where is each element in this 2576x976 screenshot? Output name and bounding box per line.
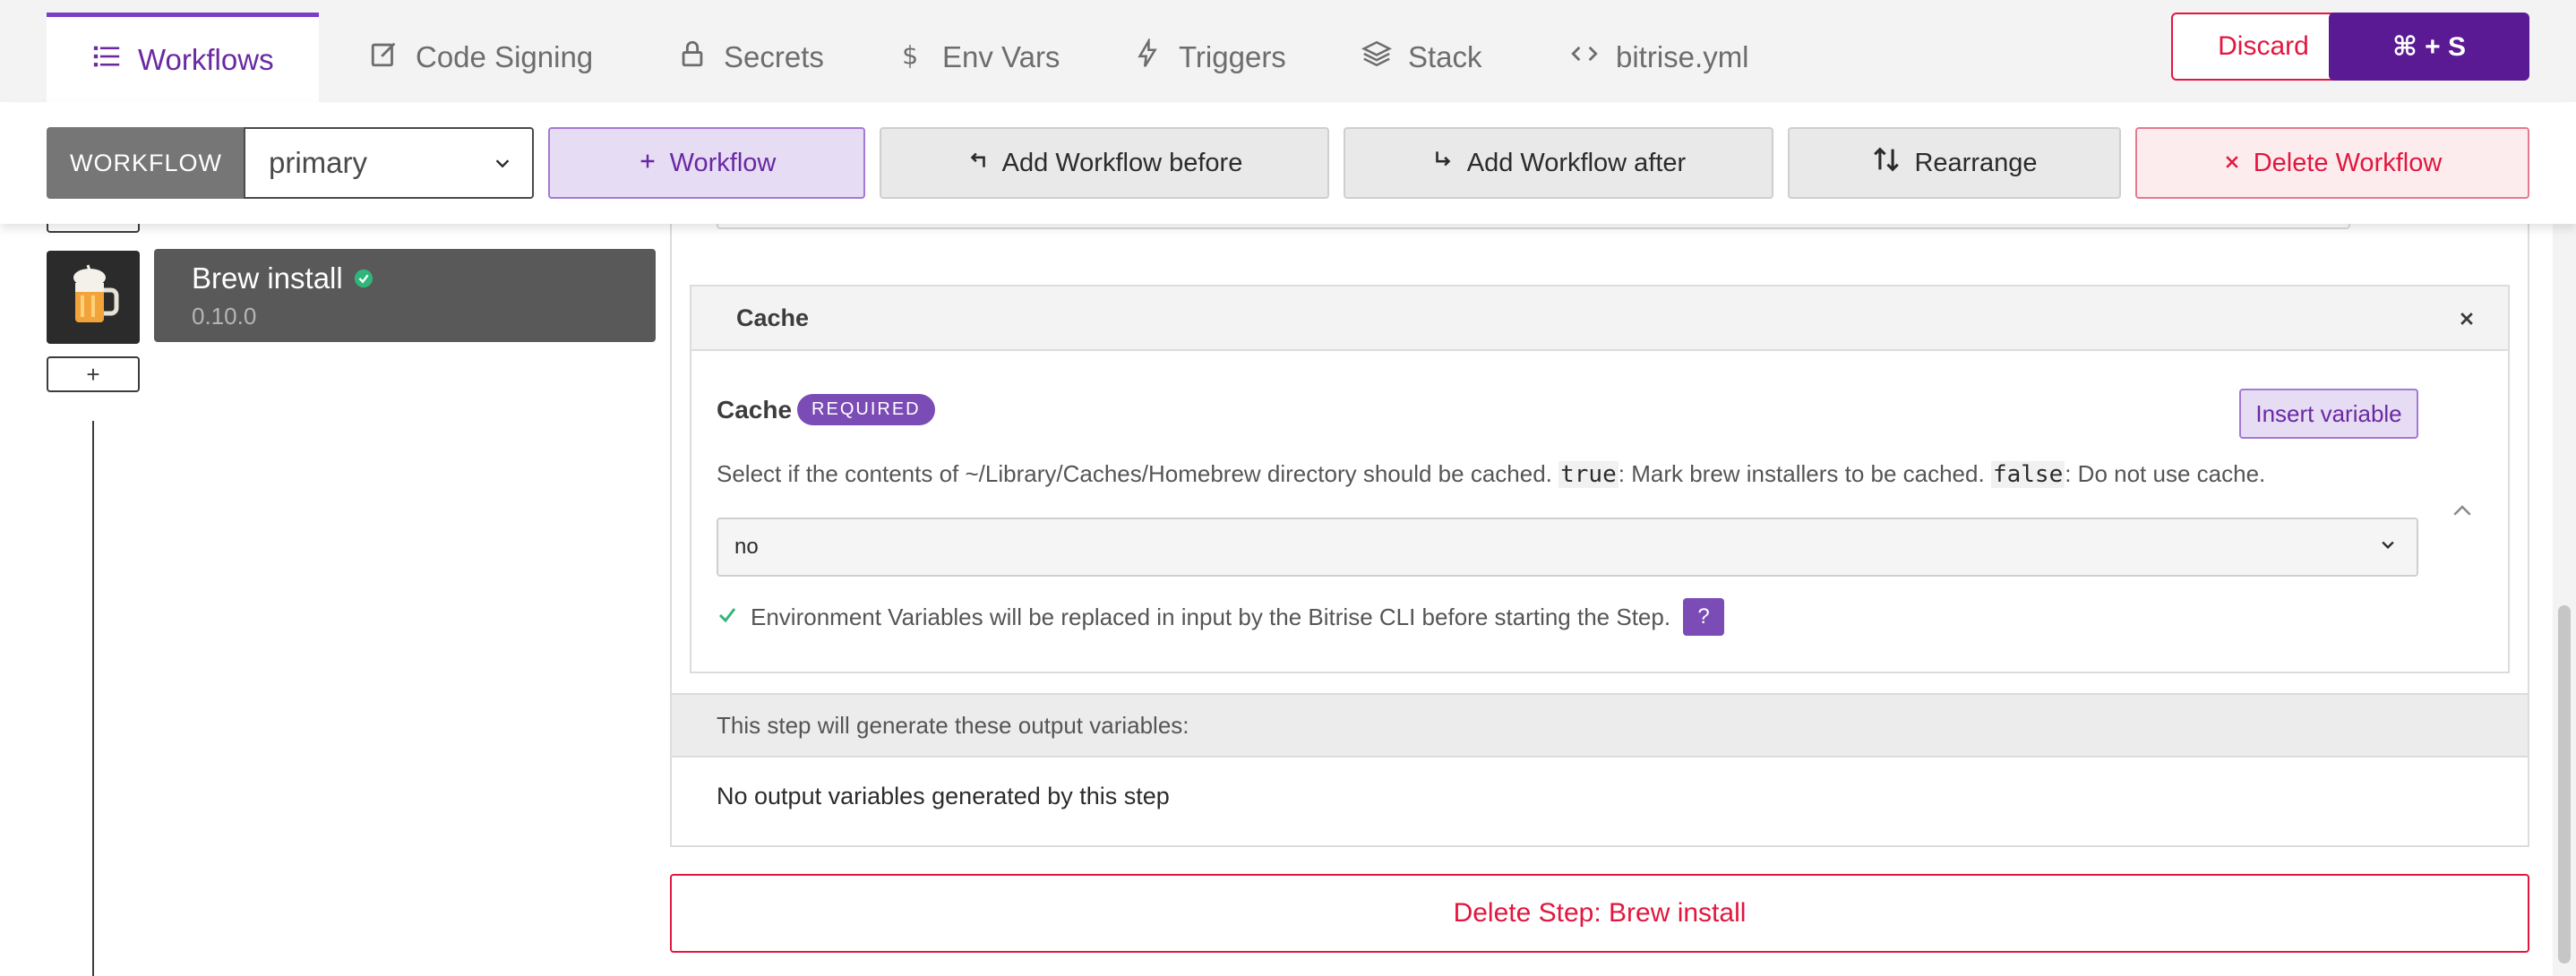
desc-text-2: : Mark brew installers to be cached. <box>1618 460 1985 487</box>
list-icon <box>91 41 122 79</box>
rearrange-button[interactable]: Rearrange <box>1788 127 2121 199</box>
desc-text-1: Select if the contents of ~/Library/Cach… <box>717 460 1552 487</box>
workflow-select[interactable]: primary <box>244 127 534 199</box>
desc-code-false: false <box>1990 461 2065 488</box>
tab-bitrise-yml[interactable]: bitrise.yml <box>1569 13 1749 102</box>
lock-icon <box>677 39 708 76</box>
svg-text:$: $ <box>902 40 918 69</box>
delete-step-button[interactable]: Delete Step: Brew install <box>670 874 2529 953</box>
add-workflow-label: Workflow <box>669 148 777 177</box>
step-card-brew-install[interactable]: Brew install 0.10.0 <box>154 249 656 342</box>
tab-triggers[interactable]: Triggers <box>1132 13 1286 102</box>
cache-value-select[interactable]: no <box>717 518 2418 577</box>
add-workflow-after-button[interactable]: Add Workflow after <box>1344 127 1773 199</box>
arrow-up-left-icon <box>966 148 990 178</box>
add-workflow-button[interactable]: Workflow <box>548 127 865 199</box>
plus-icon <box>638 149 657 178</box>
tab-label: Workflows <box>138 42 274 76</box>
tab-env-vars[interactable]: $ Env Vars <box>896 13 1060 102</box>
required-badge: REQUIRED <box>797 394 935 425</box>
tab-label: Stack <box>1408 40 1482 73</box>
tab-workflows[interactable]: Workflows <box>47 13 319 102</box>
chevron-up-icon[interactable] <box>2449 498 2476 525</box>
desc-text-3: : Do not use cache. <box>2065 460 2266 487</box>
brew-step-icon[interactable] <box>47 251 140 344</box>
input-description: Select if the contents of ~/Library/Cach… <box>717 460 2265 488</box>
scrollbar-thumb[interactable] <box>2558 605 2571 963</box>
outputs-header: This step will generate these output var… <box>672 693 2528 758</box>
chevron-down-icon <box>2379 535 2397 560</box>
tab-label: bitrise.yml <box>1616 40 1749 73</box>
add-workflow-before-button[interactable]: Add Workflow before <box>880 127 1329 199</box>
add-step-button[interactable]: + <box>47 356 140 392</box>
add-workflow-before-label: Add Workflow before <box>1001 148 1243 177</box>
collapse-close-icon[interactable] <box>2452 304 2481 333</box>
rearrange-label: Rearrange <box>1914 148 2038 177</box>
env-vars-note: Environment Variables will be replaced i… <box>717 598 1725 636</box>
arrow-down-right-icon <box>1431 148 1455 178</box>
chevron-down-icon <box>493 146 512 180</box>
close-icon <box>2223 149 2241 178</box>
swap-vertical-icon <box>1871 144 1902 182</box>
code-signing-icon <box>369 39 399 76</box>
check-circle-icon <box>354 261 374 295</box>
step-connector-line <box>92 421 94 976</box>
input-title-text: Cache <box>717 395 793 424</box>
insert-variable-button[interactable]: Insert variable <box>2239 389 2418 439</box>
tab-label: Code Signing <box>416 40 594 73</box>
workflow-select-value: primary <box>269 146 368 179</box>
bolt-icon <box>1132 37 1163 76</box>
env-note-text: Environment Variables will be replaced i… <box>751 603 1671 630</box>
step-version: 0.10.0 <box>192 303 257 330</box>
tab-label: Env Vars <box>942 40 1060 73</box>
save-button[interactable]: ⌘ + S <box>2329 13 2529 81</box>
tab-code-signing[interactable]: Code Signing <box>369 13 593 102</box>
tab-label: Triggers <box>1179 40 1286 73</box>
stack-icon <box>1361 39 1393 76</box>
dollar-icon: $ <box>896 39 926 76</box>
input-title: Cache REQUIRED <box>717 394 935 425</box>
delete-workflow-label: Delete Workflow <box>2253 148 2443 177</box>
add-workflow-after-label: Add Workflow after <box>1466 148 1687 177</box>
tab-secrets[interactable]: Secrets <box>677 13 824 102</box>
tab-stack[interactable]: Stack <box>1361 13 1482 102</box>
code-icon <box>1569 39 1600 76</box>
desc-code-true: true <box>1558 461 1619 488</box>
cache-value: no <box>734 535 759 559</box>
step-title: Brew install <box>192 261 343 295</box>
tab-label: Secrets <box>724 40 824 73</box>
delete-workflow-button[interactable]: Delete Workflow <box>2135 127 2529 199</box>
input-group-header[interactable]: Cache <box>691 287 2508 351</box>
outputs-empty-text: No output variables generated by this st… <box>717 783 1170 809</box>
checkmark-icon <box>717 604 738 631</box>
help-button[interactable]: ? <box>1683 598 1725 636</box>
workflow-label: WORKFLOW <box>47 127 245 199</box>
